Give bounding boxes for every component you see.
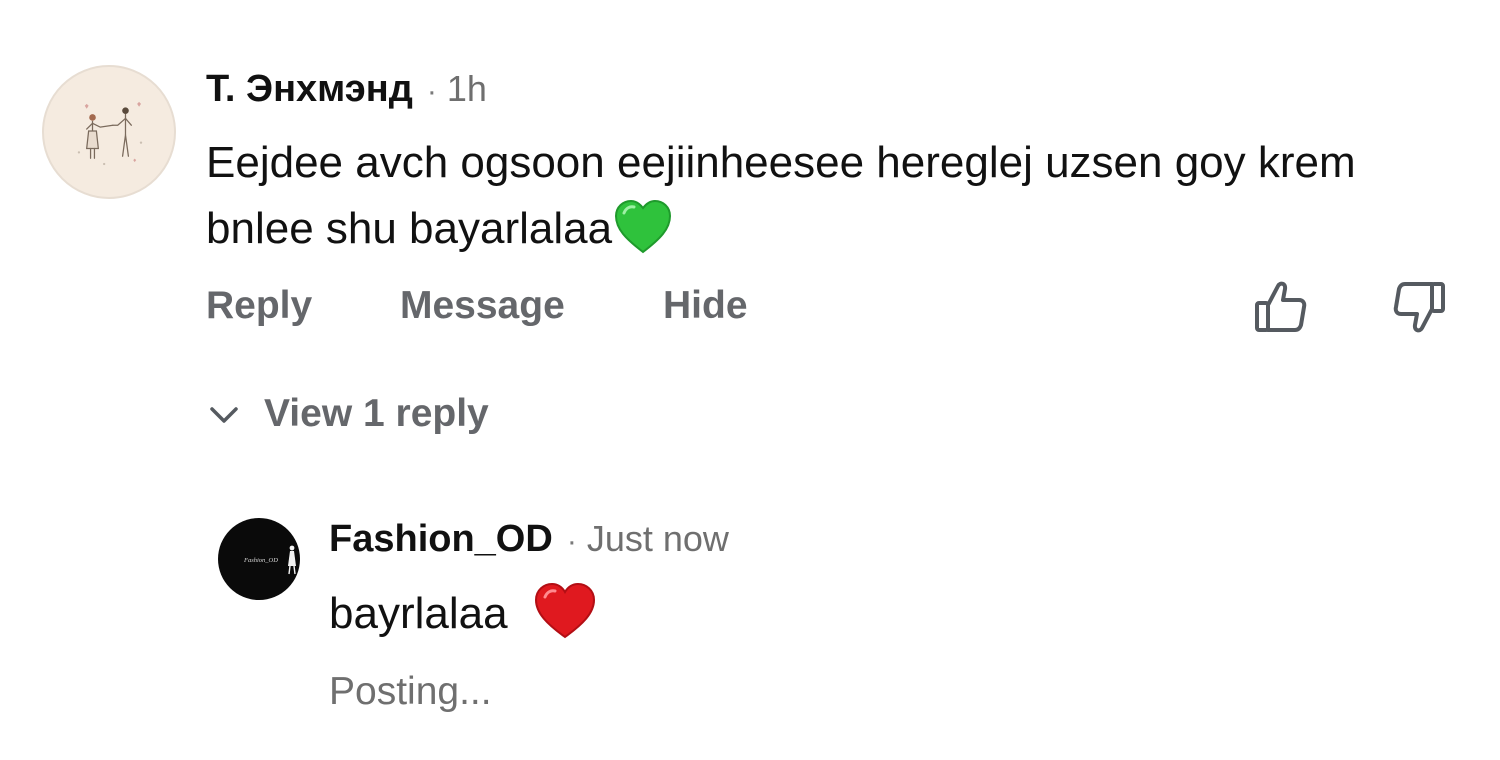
reply-text: bayrlalaa — [329, 589, 508, 638]
thumbs-up-icon[interactable] — [1252, 278, 1310, 336]
avatar-logo-text: Fashion_OD — [243, 557, 278, 564]
couple-illustration — [77, 101, 143, 166]
reply-text-block: bayrlalaa — [329, 582, 596, 657]
comment-timestamp: 1h — [446, 68, 487, 109]
view-replies-label: View 1 reply — [264, 392, 489, 435]
comment-text-block: Eejdee avch ogsoon eejiinheesee hereglej… — [206, 130, 1456, 274]
reply-meta-separator: · — [566, 525, 577, 558]
fashion-od-logo: Fashion_OD — [243, 545, 296, 575]
view-replies-toggle[interactable]: View 1 reply — [206, 392, 489, 436]
red-heart-icon — [534, 582, 596, 657]
reply-author-avatar[interactable]: Fashion_OD — [218, 518, 300, 600]
commenter-avatar[interactable] — [42, 65, 176, 199]
thumbs-down-icon[interactable] — [1390, 278, 1448, 336]
message-button[interactable]: Message — [400, 284, 565, 328]
comment-text: Eejdee avch ogsoon eejiinheesee hereglej… — [206, 138, 1356, 253]
comment-author-name[interactable]: Т. Энхмэнд — [206, 68, 413, 111]
chevron-down-icon — [206, 396, 242, 432]
reply-timestamp: Just now — [586, 518, 729, 559]
reply-author-name[interactable]: Fashion_OD — [329, 518, 553, 561]
posting-status: Posting... — [329, 670, 492, 713]
reply-header: Fashion_OD · Just now — [329, 518, 729, 568]
comment-header: Т. Энхмэнд · 1h — [206, 68, 487, 116]
green-heart-icon — [614, 199, 672, 274]
reply-button[interactable]: Reply — [206, 284, 312, 328]
hide-button[interactable]: Hide — [663, 284, 748, 328]
meta-separator: · — [426, 75, 437, 108]
